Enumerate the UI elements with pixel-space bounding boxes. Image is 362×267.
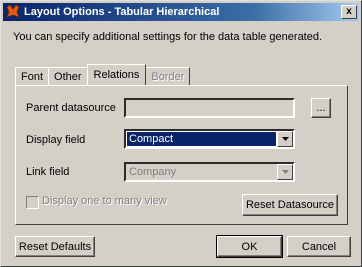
link-field-value: Company: [129, 166, 177, 178]
reset-datasource-button[interactable]: Reset Datasource: [242, 194, 338, 216]
tab-border: Border: [145, 67, 191, 85]
app-icon: [5, 4, 21, 20]
ok-button[interactable]: OK: [216, 235, 283, 258]
display-field-select[interactable]: Compact: [124, 129, 295, 149]
dialog-description: You can specify additional settings for …: [13, 31, 323, 43]
tab-font[interactable]: Font: [15, 67, 50, 85]
chevron-down-icon: [277, 164, 293, 180]
close-icon: x: [346, 6, 352, 17]
window-title: Layout Options - Tabular Hierarchical: [24, 6, 220, 18]
link-field-select: Company: [124, 162, 295, 182]
one-to-many-label: Display one to many view: [42, 195, 167, 207]
tab-relations[interactable]: Relations: [86, 64, 147, 85]
parent-datasource-field: [124, 98, 295, 118]
display-field-value: Compact: [127, 132, 276, 146]
display-field-label: Display field: [26, 134, 86, 146]
reset-defaults-button[interactable]: Reset Defaults: [15, 236, 95, 257]
cancel-button[interactable]: Cancel: [287, 236, 351, 257]
one-to-many-checkbox: [26, 196, 39, 209]
tab-strip: Font Other Relations Border: [15, 64, 191, 85]
browse-button[interactable]: ...: [311, 98, 331, 118]
close-button[interactable]: x: [341, 5, 357, 19]
relations-panel: Parent datasource ... Display field Comp…: [15, 85, 348, 225]
link-field-label: Link field: [26, 166, 70, 178]
layout-options-dialog: Layout Options - Tabular Hierarchical x …: [0, 0, 362, 267]
tab-other[interactable]: Other: [48, 67, 88, 85]
title-bar[interactable]: Layout Options - Tabular Hierarchical x: [3, 3, 359, 21]
parent-datasource-label: Parent datasource: [26, 102, 116, 114]
chevron-down-icon[interactable]: [277, 131, 293, 147]
